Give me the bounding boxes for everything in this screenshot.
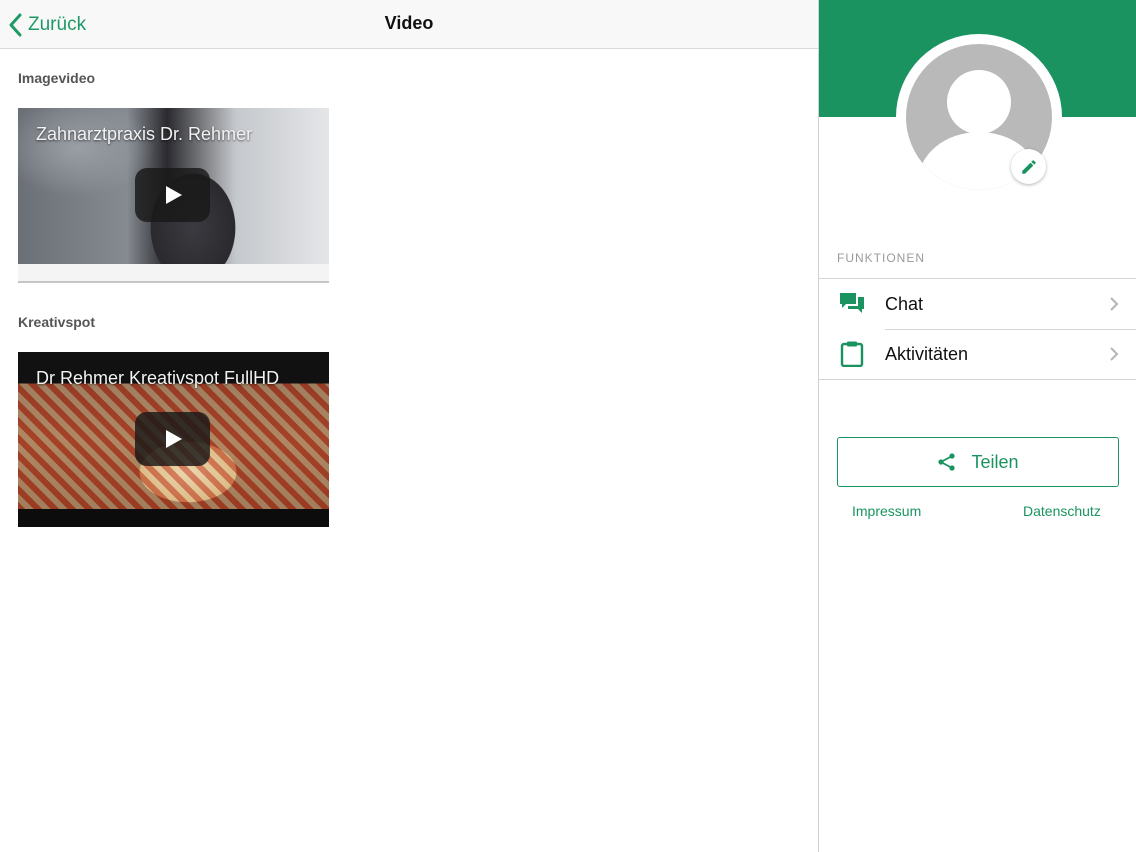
video-title: Zahnarztpraxis Dr. Rehmer [36, 124, 253, 144]
chevron-right-icon [1110, 297, 1119, 311]
video-title: Dr Rehmer Kreativspot FullHD [36, 368, 280, 388]
play-button[interactable] [135, 412, 210, 466]
play-button[interactable] [135, 168, 210, 222]
play-icon [165, 186, 182, 204]
video-bottom-bar [18, 509, 329, 527]
app-window: Zurück Video Imagevideo Zahnarztpraxis D… [0, 0, 1136, 852]
edit-avatar-button[interactable] [1011, 149, 1046, 184]
share-button[interactable]: Teilen [837, 437, 1119, 487]
share-icon [938, 453, 956, 471]
section-title-kreativspot: Kreativspot [18, 314, 96, 330]
page-title: Video [384, 13, 434, 33]
functions-label: FUNKTIONEN [837, 251, 925, 265]
pencil-icon [1021, 159, 1036, 174]
chat-icon [840, 293, 864, 313]
video-divider [18, 264, 329, 283]
avatar-head-shape [947, 70, 1011, 134]
section-title-imagevideo: Imagevideo [18, 70, 96, 86]
sidebar-item-chat[interactable]: Chat [819, 279, 1136, 329]
chevron-right-icon [1110, 347, 1119, 361]
sidebar-item-aktivitaeten[interactable]: Aktivitäten [819, 329, 1136, 379]
functions-list: Chat Aktivitäten [819, 278, 1136, 380]
datenschutz-link[interactable]: Datenschutz [1023, 503, 1101, 519]
profile-sidebar: FUNKTIONEN Chat Aktivitäten Teilen Impre… [818, 0, 1136, 852]
sidebar-item-label: Chat [885, 294, 924, 314]
impressum-link[interactable]: Impressum [852, 503, 921, 519]
clipboard-icon [840, 341, 864, 367]
share-label: Teilen [971, 451, 1019, 472]
sidebar-item-label: Aktivitäten [885, 344, 969, 364]
video-player-kreativspot[interactable]: Dr Rehmer Kreativspot FullHD [18, 352, 329, 527]
play-icon [165, 430, 182, 448]
main-pane: Zurück Video Imagevideo Zahnarztpraxis D… [0, 0, 818, 852]
navigation-bar: Zurück Video [0, 0, 818, 49]
video-player-imagevideo[interactable]: Zahnarztpraxis Dr. Rehmer [18, 108, 329, 264]
